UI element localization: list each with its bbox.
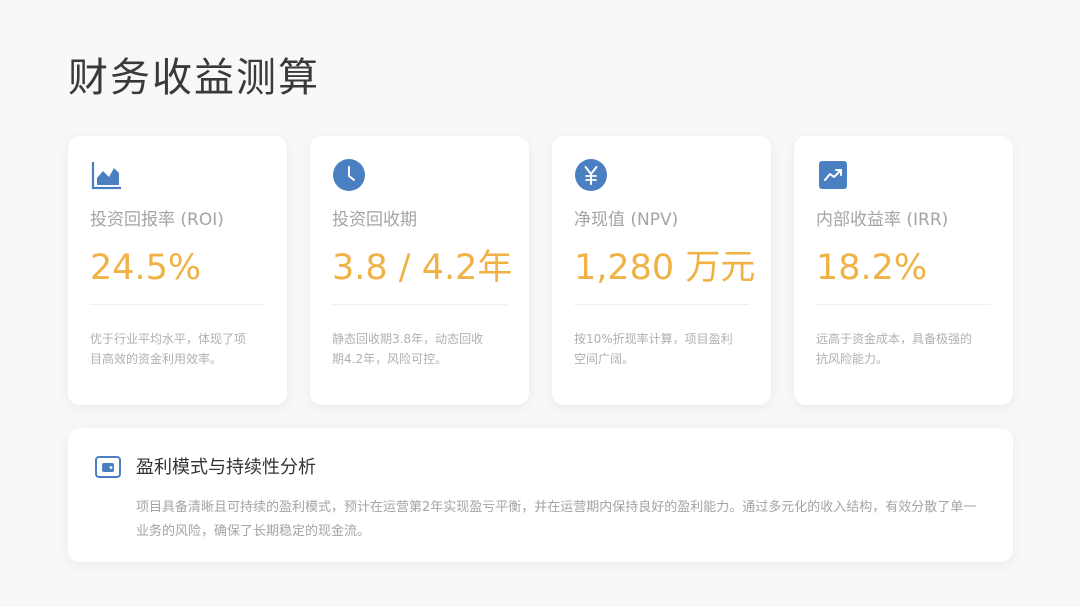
analysis-description: 项目具备清晰且可持续的盈利模式，预计在运营第2年实现盈亏平衡，并在运营期内保持良… [136, 500, 977, 539]
area-chart-icon [91, 162, 121, 190]
metric-label: 净现值 (NPV) [574, 210, 679, 230]
yen-icon [575, 159, 607, 191]
metric-description: 按10%折现率计算，项目盈利空间广阔。 [574, 332, 733, 366]
metric-grid: 投资回报率 (ROI) 24.5% 优于行业平均水平，体现了项目高效的资金利用效… [68, 136, 1013, 405]
page-title: 财务收益测算 [68, 55, 320, 101]
metric-card-irr: 内部收益率 (IRR) 18.2% 远高于资金成本，具备极强的抗风险能力。 [794, 136, 1013, 405]
metric-divider [816, 304, 991, 305]
metric-value: 24.5% [90, 248, 202, 288]
metric-label: 投资回收期 [332, 210, 417, 230]
metric-label: 投资回报率 (ROI) [90, 210, 224, 230]
metric-value: 1,280 万元 [574, 248, 756, 288]
metric-value: 18.2% [816, 248, 928, 288]
metric-divider [332, 304, 507, 305]
metric-value: 3.8 / 4.2年 [332, 248, 513, 288]
metric-card-roi: 投资回报率 (ROI) 24.5% 优于行业平均水平，体现了项目高效的资金利用效… [68, 136, 287, 405]
wallet-icon [95, 456, 121, 478]
metric-description: 优于行业平均水平，体现了项目高效的资金利用效率。 [90, 332, 247, 366]
metric-card-payback: 投资回收期 3.8 / 4.2年 静态回收期3.8年，动态回收期4.2年，风险可… [310, 136, 529, 405]
metric-description: 静态回收期3.8年，动态回收期4.2年，风险可控。 [332, 332, 484, 366]
metric-card-npv: 净现值 (NPV) 1,280 万元 按10%折现率计算，项目盈利空间广阔。 [552, 136, 771, 405]
analysis-title: 盈利模式与持续性分析 [136, 457, 316, 478]
analysis-card: 盈利模式与持续性分析 项目具备清晰且可持续的盈利模式，预计在运营第2年实现盈亏平… [68, 428, 1013, 562]
metric-divider [574, 304, 749, 305]
clock-icon [333, 159, 365, 191]
trend-up-icon [819, 161, 847, 189]
metric-description: 远高于资金成本，具备极强的抗风险能力。 [816, 332, 973, 366]
metric-label: 内部收益率 (IRR) [816, 210, 949, 230]
metric-divider [90, 304, 265, 305]
